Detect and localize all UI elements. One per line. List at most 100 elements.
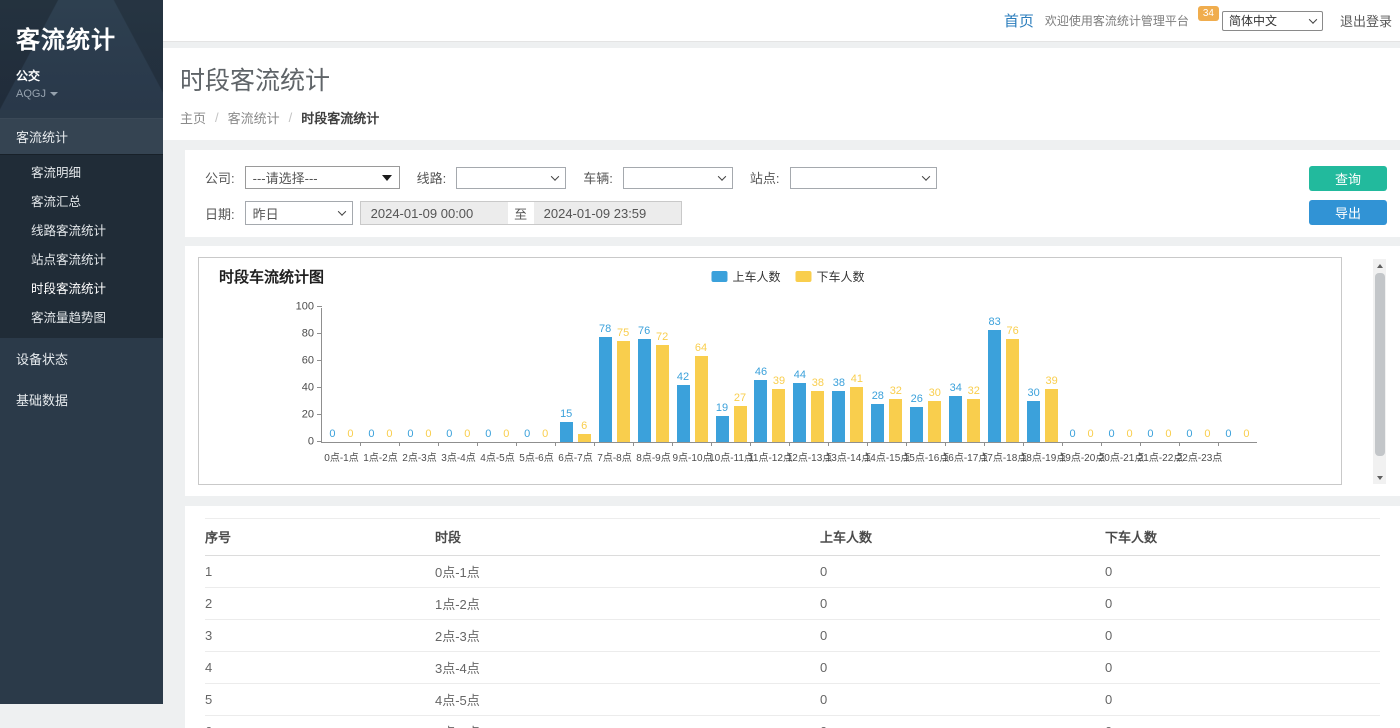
bar-group: 00 — [322, 308, 361, 442]
chevron-down-icon — [551, 172, 559, 180]
home-link[interactable]: 首页 — [1004, 10, 1034, 31]
x-axis-label: 2点-3点 — [400, 449, 439, 464]
table-cell: 0 — [1105, 652, 1380, 684]
table-row: 10点-1点00 — [205, 556, 1380, 588]
org-name: 公交 — [16, 67, 147, 84]
org-code-dropdown[interactable]: AQGJ — [16, 88, 147, 100]
scroll-down-icon[interactable] — [1373, 471, 1386, 484]
bar-group: 00 — [1218, 308, 1257, 442]
x-axis-label: 14点-15点 — [868, 449, 907, 464]
x-axis-label: 21点-22点 — [1141, 449, 1180, 464]
bar-上车人数: 30 — [1027, 401, 1040, 442]
table-header-row: 序号时段上车人数下车人数 — [205, 519, 1380, 556]
date-start-input[interactable]: 2024-01-09 00:00 — [360, 201, 508, 225]
x-axis-label: 15点-16点 — [907, 449, 946, 464]
bar-value-label: 28 — [872, 391, 884, 402]
table-row: 21点-2点00 — [205, 588, 1380, 620]
query-button[interactable]: 查询 — [1309, 166, 1387, 191]
bar-group: 00 — [478, 308, 517, 442]
filter-group: 公司:---请选择--- — [205, 166, 400, 189]
table-cell: 0 — [1105, 556, 1380, 588]
bar-上车人数: 15 — [560, 422, 573, 442]
logout-link[interactable]: 退出登录 — [1340, 11, 1392, 30]
app-brand: 客流统计 — [16, 20, 147, 55]
legend-item[interactable]: 上车人数 — [711, 268, 780, 285]
bar-下车人数: 72 — [656, 345, 669, 442]
table-cell: 4点-5点 — [435, 684, 820, 716]
bar-value-label: 27 — [734, 393, 746, 404]
bar-下车人数: 75 — [617, 341, 630, 442]
breadcrumb-parent[interactable]: 客流统计 — [228, 108, 280, 127]
table-header-cell: 下车人数 — [1105, 519, 1380, 556]
filter-select-3[interactable] — [790, 167, 937, 189]
x-axis-label: 18点-19点 — [1024, 449, 1063, 464]
table-cell: 0点-1点 — [435, 556, 820, 588]
sidebar-menu: 客流统计客流明细客流汇总线路客流统计站点客流统计时段客流统计客流量趋势图设备状态… — [0, 118, 163, 420]
sidebar-item-1[interactable]: 设备状态 — [0, 338, 163, 379]
bar-value-label: 6 — [581, 421, 587, 432]
x-axis-label: 12点-13点 — [790, 449, 829, 464]
bar-value-label: 39 — [1046, 376, 1058, 387]
bar-下车人数: 32 — [967, 399, 980, 442]
legend-item[interactable]: 下车人数 — [796, 268, 865, 285]
y-axis-tick — [317, 441, 322, 442]
bar-value-label: 78 — [599, 324, 611, 335]
y-axis-tick — [317, 360, 322, 361]
filter-select-1[interactable] — [456, 167, 566, 189]
date-end-input[interactable]: 2024-01-09 23:59 — [534, 201, 682, 225]
filter-select-2[interactable] — [623, 167, 733, 189]
x-axis-label: 16点-17点 — [946, 449, 985, 464]
chevron-down-icon — [921, 172, 929, 180]
chevron-down-icon — [718, 172, 726, 180]
export-button[interactable]: 导出 — [1309, 200, 1387, 225]
language-select[interactable]: 简体中文 — [1222, 11, 1323, 31]
submenu-item[interactable]: 客流汇总 — [0, 186, 163, 215]
bar-value-label: 46 — [755, 367, 767, 378]
sidebar: 客流统计 公交 AQGJ 客流统计客流明细客流汇总线路客流统计站点客流统计时段客… — [0, 0, 163, 704]
sidebar-item-2[interactable]: 基础数据 — [0, 379, 163, 420]
sidebar-item-0[interactable]: 客流统计 — [0, 119, 163, 154]
language-value: 简体中文 — [1229, 12, 1277, 29]
submenu-item[interactable]: 客流明细 — [0, 157, 163, 186]
breadcrumb: 主页 / 客流统计 / 时段客流统计 — [180, 108, 1400, 127]
y-axis-tick — [317, 387, 322, 388]
table-cell: 3点-4点 — [435, 652, 820, 684]
bar-group: 3432 — [945, 308, 984, 442]
submenu-item[interactable]: 时段客流统计 — [0, 273, 163, 302]
bar-上车人数: 19 — [716, 416, 729, 442]
table-header-cell: 时段 — [435, 519, 820, 556]
scroll-up-icon[interactable] — [1373, 259, 1386, 272]
date-preset-select[interactable]: 昨日 — [245, 201, 353, 225]
table-cell: 0 — [1105, 588, 1380, 620]
bar-下车人数: 38 — [811, 391, 824, 442]
breadcrumb-current: 时段客流统计 — [301, 108, 379, 127]
bar-上车人数: 46 — [754, 380, 767, 442]
filter-select-0[interactable]: ---请选择--- — [245, 166, 400, 189]
filter-label: 线路: — [417, 168, 447, 187]
bar-value-label: 75 — [617, 328, 629, 339]
y-axis-tick-label: 100 — [296, 302, 314, 313]
main-area: 首页 欢迎使用客流统计管理平台 34 简体中文 退出登录 时段客流统计 主页 /… — [163, 0, 1400, 704]
legend-label: 上车人数 — [732, 268, 780, 285]
bar-上车人数: 83 — [988, 330, 1001, 442]
chevron-down-icon — [1309, 15, 1317, 23]
bar-上车人数: 34 — [949, 396, 962, 442]
topbar: 首页 欢迎使用客流统计管理平台 34 简体中文 退出登录 — [163, 0, 1400, 42]
bar-value-label: 30 — [1028, 388, 1040, 399]
bar-value-label: 0 — [1165, 429, 1171, 440]
table-cell: 2点-3点 — [435, 620, 820, 652]
submenu-item[interactable]: 客流量趋势图 — [0, 302, 163, 331]
bar-group: 00 — [517, 308, 556, 442]
bar-group: 2630 — [906, 308, 945, 442]
x-axis-label: 6点-7点 — [556, 449, 595, 464]
bar-value-label: 0 — [1088, 429, 1094, 440]
bar-value-label: 15 — [560, 409, 572, 420]
bar-value-label: 0 — [1126, 429, 1132, 440]
filter-select-value: ---请选择--- — [253, 168, 318, 187]
bar-value-label: 41 — [851, 374, 863, 385]
breadcrumb-home[interactable]: 主页 — [180, 108, 206, 127]
bar-value-label: 0 — [386, 429, 392, 440]
scrollbar-thumb[interactable] — [1375, 273, 1385, 456]
submenu-item[interactable]: 站点客流统计 — [0, 244, 163, 273]
submenu-item[interactable]: 线路客流统计 — [0, 215, 163, 244]
